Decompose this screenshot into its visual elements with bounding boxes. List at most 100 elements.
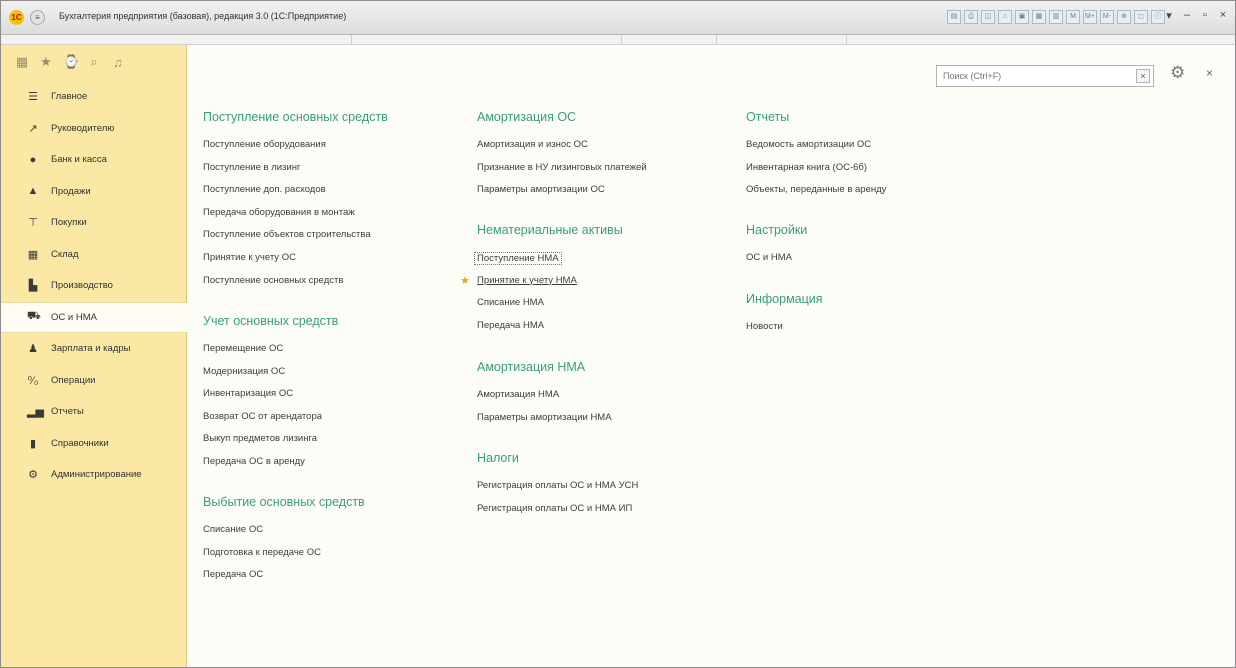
section-title[interactable]: Поступление основных средств bbox=[203, 110, 388, 128]
section-title[interactable]: Отчеты bbox=[746, 110, 886, 128]
cart-icon: ⊤ bbox=[28, 217, 38, 230]
section-title[interactable]: Выбытие основных средств bbox=[203, 495, 365, 513]
section-title[interactable]: Настройки bbox=[746, 223, 807, 241]
restore-button[interactable]: ▫ bbox=[1199, 9, 1211, 22]
sidebar-item[interactable]: ▂▅ Отчеты bbox=[1, 396, 187, 428]
sidebar-item[interactable]: ⛟ ОС и НМА bbox=[1, 301, 188, 333]
sidebar-item[interactable]: ▲ Продажи bbox=[1, 176, 187, 208]
command-link[interactable]: Возврат ОС от арендатора bbox=[203, 411, 338, 434]
trend-icon: ↗ bbox=[28, 122, 38, 135]
command-link[interactable]: Передача ОС в аренду bbox=[203, 456, 338, 479]
command-link[interactable]: Амортизация и износ ОС bbox=[477, 139, 647, 162]
grid-menu-icon[interactable]: ▦ bbox=[15, 54, 29, 70]
command-link[interactable]: Поступление основных средств bbox=[203, 275, 388, 298]
command-link[interactable]: Передача НМА bbox=[477, 320, 623, 343]
main-menu-button[interactable]: ≡ bbox=[30, 10, 45, 25]
command-link[interactable]: Параметры амортизации НМА bbox=[477, 412, 612, 435]
command-link[interactable]: Модернизация ОС bbox=[203, 366, 338, 389]
command-link[interactable]: Регистрация оплаты ОС и НМА ИП bbox=[477, 503, 638, 526]
calendar-icon[interactable]: ▦ bbox=[1032, 10, 1046, 24]
sidebar-item[interactable]: ↗ Руководителю bbox=[1, 113, 187, 145]
command-link-label: Амортизация НМА bbox=[477, 389, 560, 400]
command-link[interactable]: Перемещение ОС bbox=[203, 343, 338, 366]
command-link[interactable]: Объекты, переданные в аренду bbox=[746, 184, 886, 207]
coin-icon: ● bbox=[29, 153, 37, 166]
section-title[interactable]: Амортизация ОС bbox=[477, 110, 647, 128]
search-icon[interactable]: ⌕ bbox=[87, 54, 101, 70]
command-link[interactable]: Поступление оборудования bbox=[203, 139, 388, 162]
memory-minus-icon[interactable]: M- bbox=[1100, 10, 1114, 24]
command-link[interactable]: ★ Принятие к учету НМА bbox=[460, 275, 623, 298]
save-icon[interactable]: ▣ bbox=[1015, 10, 1029, 24]
section-title[interactable]: Налоги bbox=[477, 451, 638, 469]
factory-icon: ▙ bbox=[28, 280, 38, 293]
command-link-label: Ведомость амортизации ОС bbox=[746, 139, 872, 150]
close-panel-icon[interactable]: × bbox=[1206, 66, 1213, 80]
clear-search-icon[interactable]: × bbox=[1136, 69, 1150, 83]
window-controls: ▾ – ▫ × bbox=[1163, 9, 1229, 22]
command-link[interactable]: Новости bbox=[746, 321, 823, 344]
command-link[interactable]: Списание ОС bbox=[203, 524, 365, 547]
command-link[interactable]: Поступление в лизинг bbox=[203, 162, 388, 185]
zoom-icon[interactable]: ⊕ bbox=[1117, 10, 1131, 24]
command-link[interactable]: Передача оборудования в монтаж bbox=[203, 207, 388, 230]
search-input[interactable] bbox=[937, 66, 1131, 86]
section-title[interactable]: Нематериальные активы bbox=[477, 223, 623, 241]
memory-plus-icon[interactable]: M+ bbox=[1083, 10, 1097, 24]
command-link[interactable]: Поступление НМА bbox=[474, 252, 623, 275]
command-link[interactable]: Ведомость амортизации ОС bbox=[746, 139, 886, 162]
favorite-star-icon[interactable]: ★ bbox=[460, 274, 470, 287]
table-icon[interactable]: ▥ bbox=[1049, 10, 1063, 24]
command-link-label: Списание НМА bbox=[477, 297, 544, 309]
sidebar-item-label: ОС и НМА bbox=[51, 311, 97, 323]
section-title[interactable]: Амортизация НМА bbox=[477, 360, 612, 378]
settings-gear-icon[interactable]: ⚙ bbox=[1170, 63, 1185, 83]
sidebar-item[interactable]: ▮ Справочники bbox=[1, 428, 187, 460]
print-list-icon[interactable]: ▤ bbox=[947, 10, 961, 24]
command-link-label: Передача ОС в аренду bbox=[203, 455, 305, 467]
command-link[interactable]: Поступление доп. расходов bbox=[203, 184, 388, 207]
bar-chart-icon: ▂▅ bbox=[27, 406, 44, 419]
window-icon[interactable]: ◻ bbox=[1134, 10, 1148, 24]
command-link-label: Возврат ОС от арендатора bbox=[203, 410, 323, 422]
command-link[interactable]: Подготовка к передаче ОС bbox=[203, 547, 365, 570]
command-link[interactable]: Инвентаризация ОС bbox=[203, 388, 338, 411]
command-link[interactable]: Передача ОС bbox=[203, 569, 365, 592]
close-window-button[interactable]: × bbox=[1217, 9, 1229, 22]
sidebar-item[interactable]: ● Банк и касса bbox=[1, 144, 187, 176]
command-link[interactable]: Инвентарная книга (ОС-6б) bbox=[746, 162, 886, 185]
sidebar-item[interactable]: ♟ Зарплата и кадры bbox=[1, 333, 187, 365]
memory-icon[interactable]: M bbox=[1066, 10, 1080, 24]
sidebar-item[interactable]: ⁰⁄₀ Операции bbox=[1, 365, 187, 397]
section-title[interactable]: Информация bbox=[746, 292, 823, 310]
app-logo-icon[interactable]: 1С bbox=[9, 10, 24, 25]
command-link[interactable]: Списание НМА bbox=[477, 297, 623, 320]
command-link[interactable]: Поступление объектов строительства bbox=[203, 229, 388, 252]
preview-icon[interactable]: ◫ bbox=[981, 10, 995, 24]
favorites-icon[interactable]: ★ bbox=[39, 54, 53, 70]
app-window: 1С ≡ Бухгалтерия предприятия (базовая), … bbox=[0, 0, 1236, 668]
command-link[interactable]: ОС и НМА bbox=[746, 252, 807, 275]
command-link-label: Параметры амортизации НМА bbox=[477, 411, 612, 423]
section-title[interactable]: Учет основных средств bbox=[203, 314, 338, 332]
command-link-label: Списание ОС bbox=[203, 524, 264, 535]
command-link[interactable]: Регистрация оплаты ОС и НМА УСН bbox=[477, 480, 638, 503]
command-link[interactable]: Принятие к учету ОС bbox=[203, 252, 388, 275]
sidebar-item[interactable]: ⚙ Администрирование bbox=[1, 459, 187, 491]
command-link[interactable]: Амортизация НМА bbox=[477, 389, 612, 412]
command-link[interactable]: Выкуп предметов лизинга bbox=[203, 433, 338, 456]
sidebar-item[interactable]: ▦ Склад bbox=[1, 239, 187, 271]
history-icon[interactable]: ⌚ bbox=[63, 54, 79, 70]
book-icon: ▮ bbox=[29, 437, 37, 450]
notifications-icon[interactable]: ♫ bbox=[111, 55, 125, 70]
command-link[interactable]: Параметры амортизации ОС bbox=[477, 184, 647, 207]
command-link-label: Принятие к учету ОС bbox=[203, 251, 296, 263]
sidebar-item[interactable]: ☰ Главное bbox=[1, 81, 187, 113]
command-link[interactable]: Признание в НУ лизинговых платежей bbox=[477, 162, 647, 185]
sidebar-item[interactable]: ▙ Производство bbox=[1, 270, 187, 302]
dropdown-icon[interactable]: ▾ bbox=[1163, 9, 1175, 22]
print-icon[interactable]: ⎙ bbox=[964, 10, 978, 24]
minimize-button[interactable]: – bbox=[1181, 9, 1193, 22]
sidebar-item[interactable]: ⊤ Покупки bbox=[1, 207, 187, 239]
home-icon[interactable]: ⌂ bbox=[998, 10, 1012, 24]
